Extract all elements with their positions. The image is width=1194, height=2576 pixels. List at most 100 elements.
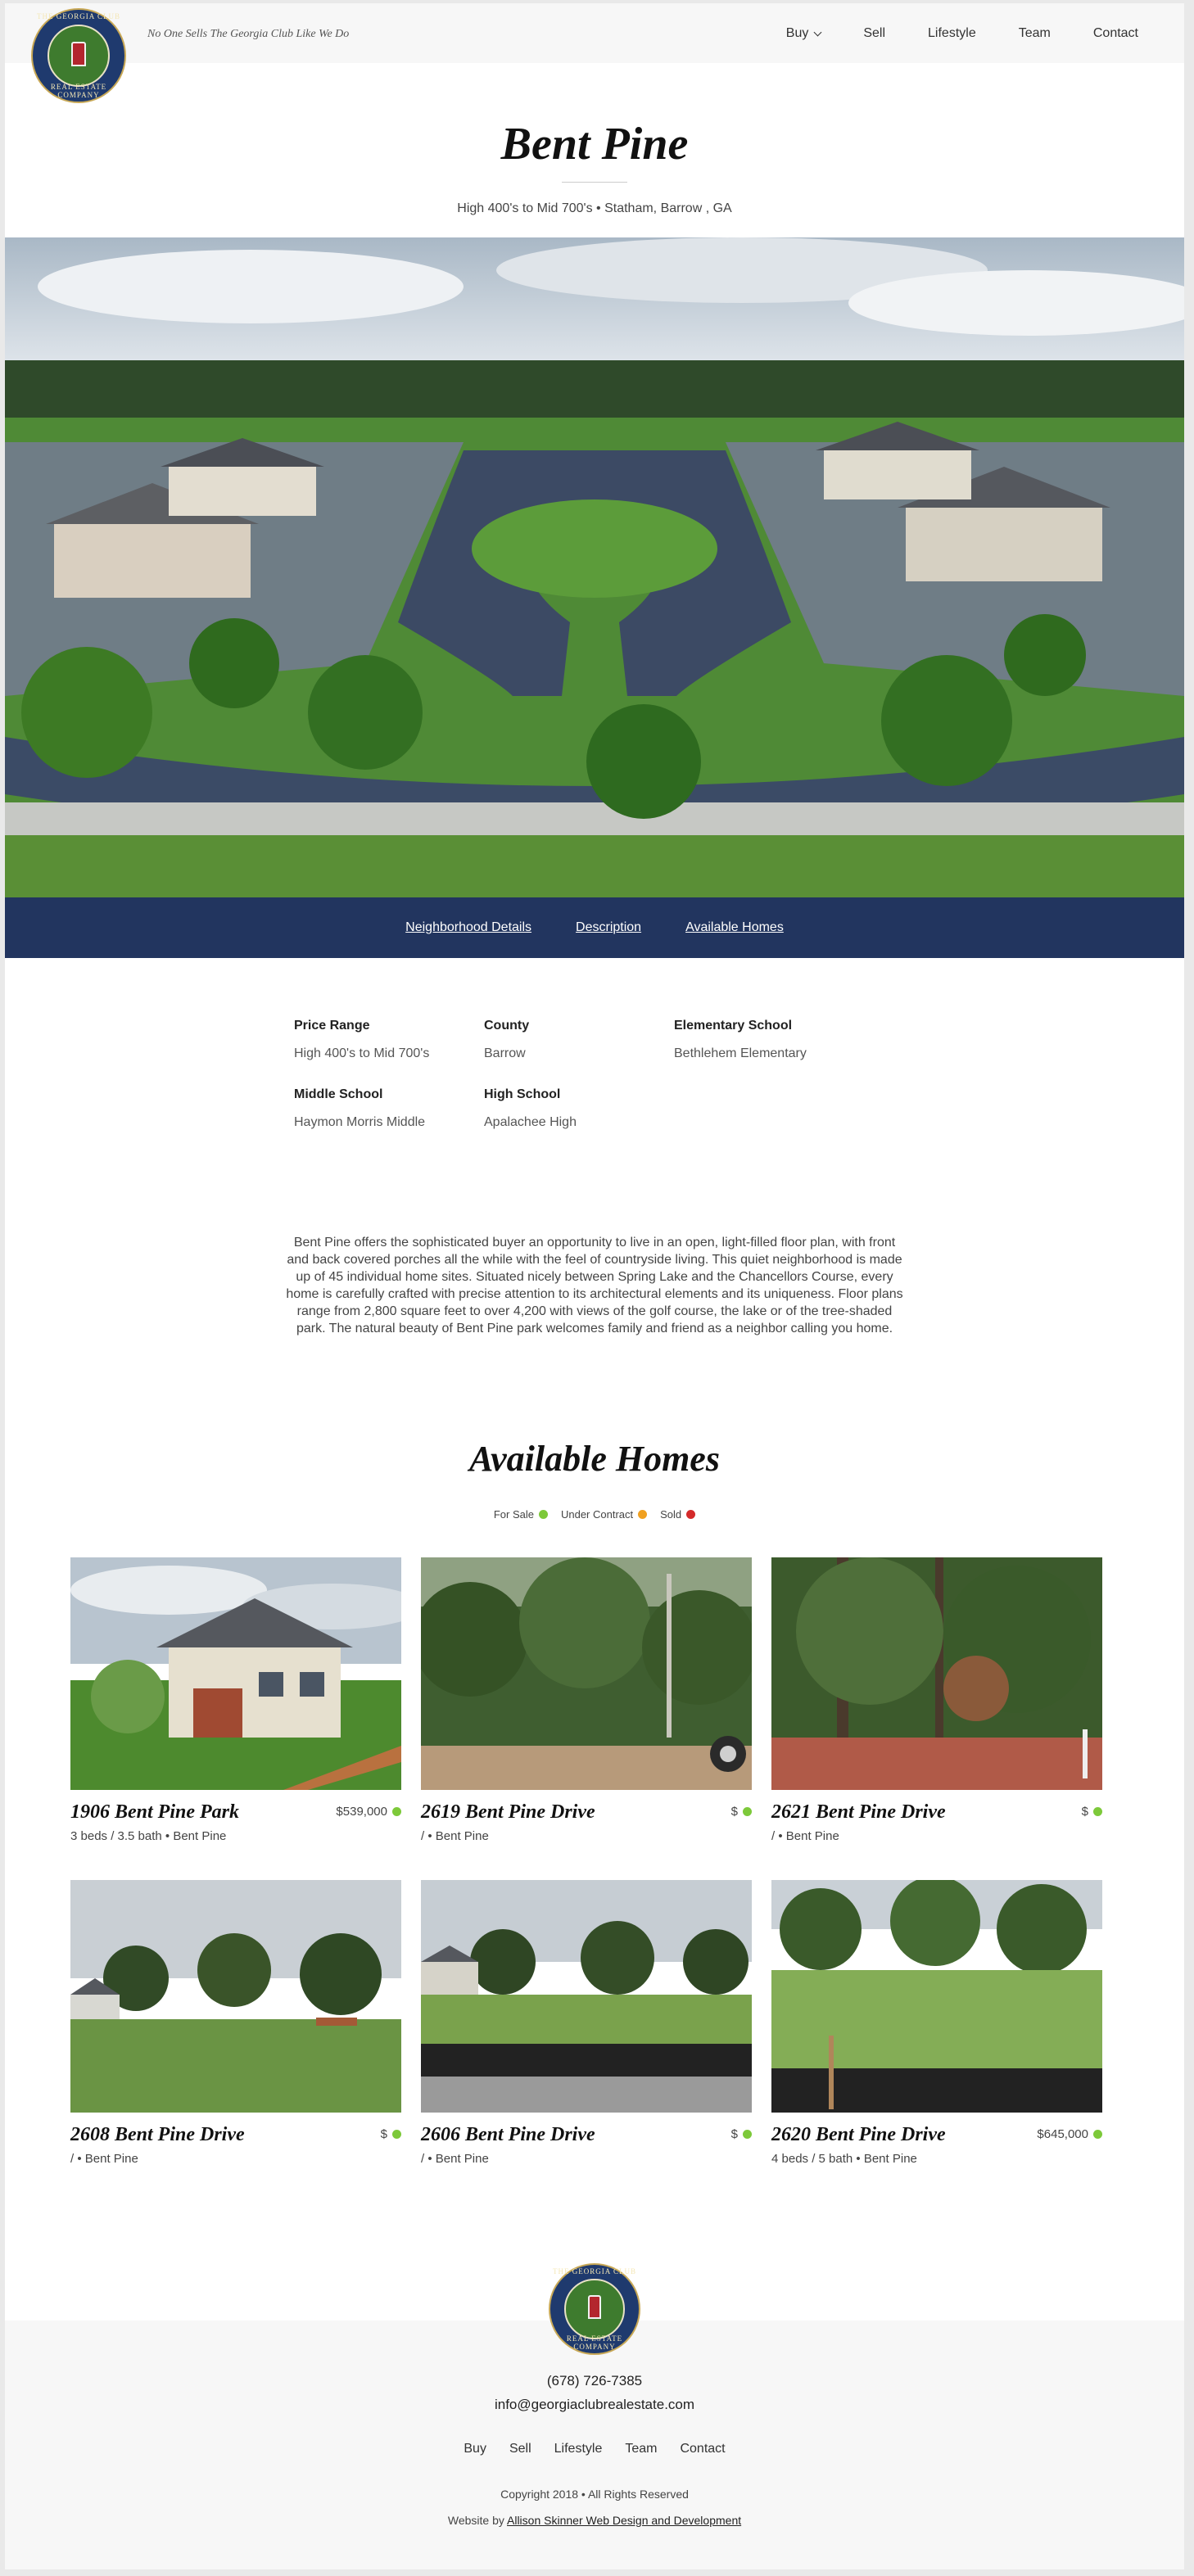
home-price: $645,000 xyxy=(1037,2127,1102,2141)
detail-value: High 400's to Mid 700's xyxy=(294,1046,430,1060)
copyright: Copyright 2018 • All Rights Reserved xyxy=(500,2488,689,2501)
home-meta: 4 beds / 5 bath • Bent Pine xyxy=(771,2152,917,2166)
home-price: $ xyxy=(381,2127,401,2141)
status-dot-icon xyxy=(638,1510,648,1519)
home-card[interactable]: 2621 Bent Pine Drive $ / • Bent Pine xyxy=(771,1557,1102,1843)
footer-nav-buy[interactable]: Buy xyxy=(464,2442,486,2456)
home-meta: / • Bent Pine xyxy=(421,1829,489,1843)
detail-label: High School xyxy=(484,1087,561,1101)
price-text: $539,000 xyxy=(336,1805,387,1819)
logo-emblem xyxy=(47,24,111,88)
nav-lifestyle[interactable]: Lifestyle xyxy=(928,26,976,41)
home-photo[interactable] xyxy=(421,1557,752,1790)
price-text: $ xyxy=(730,1805,738,1819)
logo-text-top: THE GEORGIA CLUB xyxy=(37,12,120,21)
legend-sold: Sold xyxy=(660,1508,696,1521)
home-card[interactable]: 2608 Bent Pine Drive $ / • Bent Pine xyxy=(70,1880,401,2166)
status-legend: For Sale Under Contract Sold xyxy=(5,1508,1184,1521)
home-price: $ xyxy=(1082,1805,1102,1819)
site-logo[interactable]: THE GEORGIA CLUB REAL ESTATE COMPANY xyxy=(31,8,126,103)
home-meta: / • Bent Pine xyxy=(771,1829,839,1843)
home-card[interactable]: 2606 Bent Pine Drive $ / • Bent Pine xyxy=(421,1880,752,2166)
footer-nav-lifestyle[interactable]: Lifestyle xyxy=(554,2442,603,2456)
footer-nav-team[interactable]: Team xyxy=(625,2442,657,2456)
logo-text-bottom: REAL ESTATE COMPANY xyxy=(566,2334,623,2351)
home-name[interactable]: 2608 Bent Pine Drive xyxy=(70,2124,245,2146)
door-icon xyxy=(71,41,86,66)
home-card[interactable]: 2620 Bent Pine Drive $645,000 4 beds / 5… xyxy=(771,1880,1102,2166)
detail-value: Barrow xyxy=(484,1046,526,1060)
home-photo[interactable] xyxy=(70,1557,401,1790)
detail-high-school: High School Apalachee High xyxy=(484,1087,664,1130)
price-text: $ xyxy=(730,2127,738,2141)
status-dot-icon xyxy=(743,2130,752,2139)
home-meta: / • Bent Pine xyxy=(70,2152,138,2166)
door-icon xyxy=(587,2295,602,2320)
detail-value: Haymon Morris Middle xyxy=(294,1115,426,1129)
detail-value: Bethlehem Elementary xyxy=(674,1046,807,1060)
neighborhood-description: Bent Pine offers the sophisticated buyer… xyxy=(286,1236,903,1335)
legend-label: Under Contract xyxy=(560,1508,634,1521)
price-text: $ xyxy=(380,2127,387,2141)
page: No One Sells The Georgia Club Like We Do… xyxy=(5,3,1184,2569)
footer-phone[interactable]: (678) 726-7385 xyxy=(5,2373,1184,2389)
credit-link[interactable]: Allison Skinner Web Design and Developme… xyxy=(507,2514,741,2527)
nav-buy[interactable]: Buy xyxy=(785,26,822,41)
home-photo[interactable] xyxy=(421,1880,752,2113)
nav-contact[interactable]: Contact xyxy=(1093,26,1138,41)
page-subtitle: High 400's to Mid 700's • Statham, Barro… xyxy=(457,201,732,215)
detail-elementary-school: Elementary School Bethlehem Elementary xyxy=(674,1019,854,1061)
detail-middle-school: Middle School Haymon Morris Middle xyxy=(294,1087,474,1130)
status-dot-icon xyxy=(743,1807,752,1816)
status-dot-icon xyxy=(392,2130,401,2139)
available-homes-title: Available Homes xyxy=(469,1439,720,1479)
logo-text-top: THE GEORGIA CLUB xyxy=(553,2267,636,2276)
home-card[interactable]: 1906 Bent Pine Park $539,000 3 beds / 3.… xyxy=(70,1557,401,1843)
site-header: No One Sells The Georgia Club Like We Do… xyxy=(5,3,1184,63)
detail-label: Price Range xyxy=(294,1019,370,1033)
legend-under-contract: Under Contract xyxy=(560,1508,648,1521)
home-meta: / • Bent Pine xyxy=(421,2152,489,2166)
link-description[interactable]: Description xyxy=(576,920,641,935)
nav-sell[interactable]: Sell xyxy=(863,26,885,41)
logo-emblem xyxy=(564,2279,625,2339)
legend-for-sale: For Sale xyxy=(494,1508,548,1521)
home-name[interactable]: 2620 Bent Pine Drive xyxy=(771,2124,946,2146)
home-price: $539,000 xyxy=(336,1805,401,1819)
status-dot-icon xyxy=(1093,2130,1102,2139)
footer-email[interactable]: info@georgiaclubrealestate.com xyxy=(5,2397,1184,2413)
home-name[interactable]: 1906 Bent Pine Park xyxy=(70,1801,239,1824)
home-name[interactable]: 2606 Bent Pine Drive xyxy=(421,2124,595,2146)
detail-label: Elementary School xyxy=(674,1019,793,1033)
link-available-homes[interactable]: Available Homes xyxy=(685,920,784,935)
footer-nav-sell[interactable]: Sell xyxy=(509,2442,531,2456)
site-credit: Website by Allison Skinner Web Design an… xyxy=(5,2514,1184,2527)
chevron-down-icon xyxy=(813,28,822,36)
detail-county: County Barrow xyxy=(484,1019,664,1061)
footer-nav: Buy Sell Lifestyle Team Contact xyxy=(5,2442,1184,2456)
credit-prefix: Website by xyxy=(447,2514,504,2527)
nav-buy-label: Buy xyxy=(785,26,809,40)
home-card[interactable]: 2619 Bent Pine Drive $ / • Bent Pine xyxy=(421,1557,752,1843)
section-nav: Neighborhood Details Description Availab… xyxy=(5,897,1184,958)
footer-nav-contact[interactable]: Contact xyxy=(680,2442,725,2456)
home-photo[interactable] xyxy=(70,1880,401,2113)
status-dot-icon xyxy=(538,1510,548,1519)
page-title: Bent Pine xyxy=(500,119,689,169)
detail-label: County xyxy=(484,1019,530,1033)
logo-text-bottom: REAL ESTATE COMPANY xyxy=(50,82,107,99)
home-photo[interactable] xyxy=(771,1880,1102,2113)
detail-label: Middle School xyxy=(294,1087,383,1101)
title-divider xyxy=(562,182,627,183)
nav-team[interactable]: Team xyxy=(1019,26,1051,41)
legend-label: For Sale xyxy=(493,1508,534,1521)
hero-aerial-photo xyxy=(5,237,1184,897)
footer-logo[interactable]: THE GEORGIA CLUB REAL ESTATE COMPANY xyxy=(549,2263,640,2355)
home-price: $ xyxy=(731,2127,752,2141)
main-nav: Buy Sell Lifestyle Team Contact xyxy=(744,26,1138,41)
link-neighborhood-details[interactable]: Neighborhood Details xyxy=(405,920,531,935)
home-name[interactable]: 2619 Bent Pine Drive xyxy=(421,1801,595,1824)
home-name[interactable]: 2621 Bent Pine Drive xyxy=(771,1801,946,1824)
home-photo[interactable] xyxy=(771,1557,1102,1790)
detail-price-range: Price Range High 400's to Mid 700's xyxy=(294,1019,474,1061)
